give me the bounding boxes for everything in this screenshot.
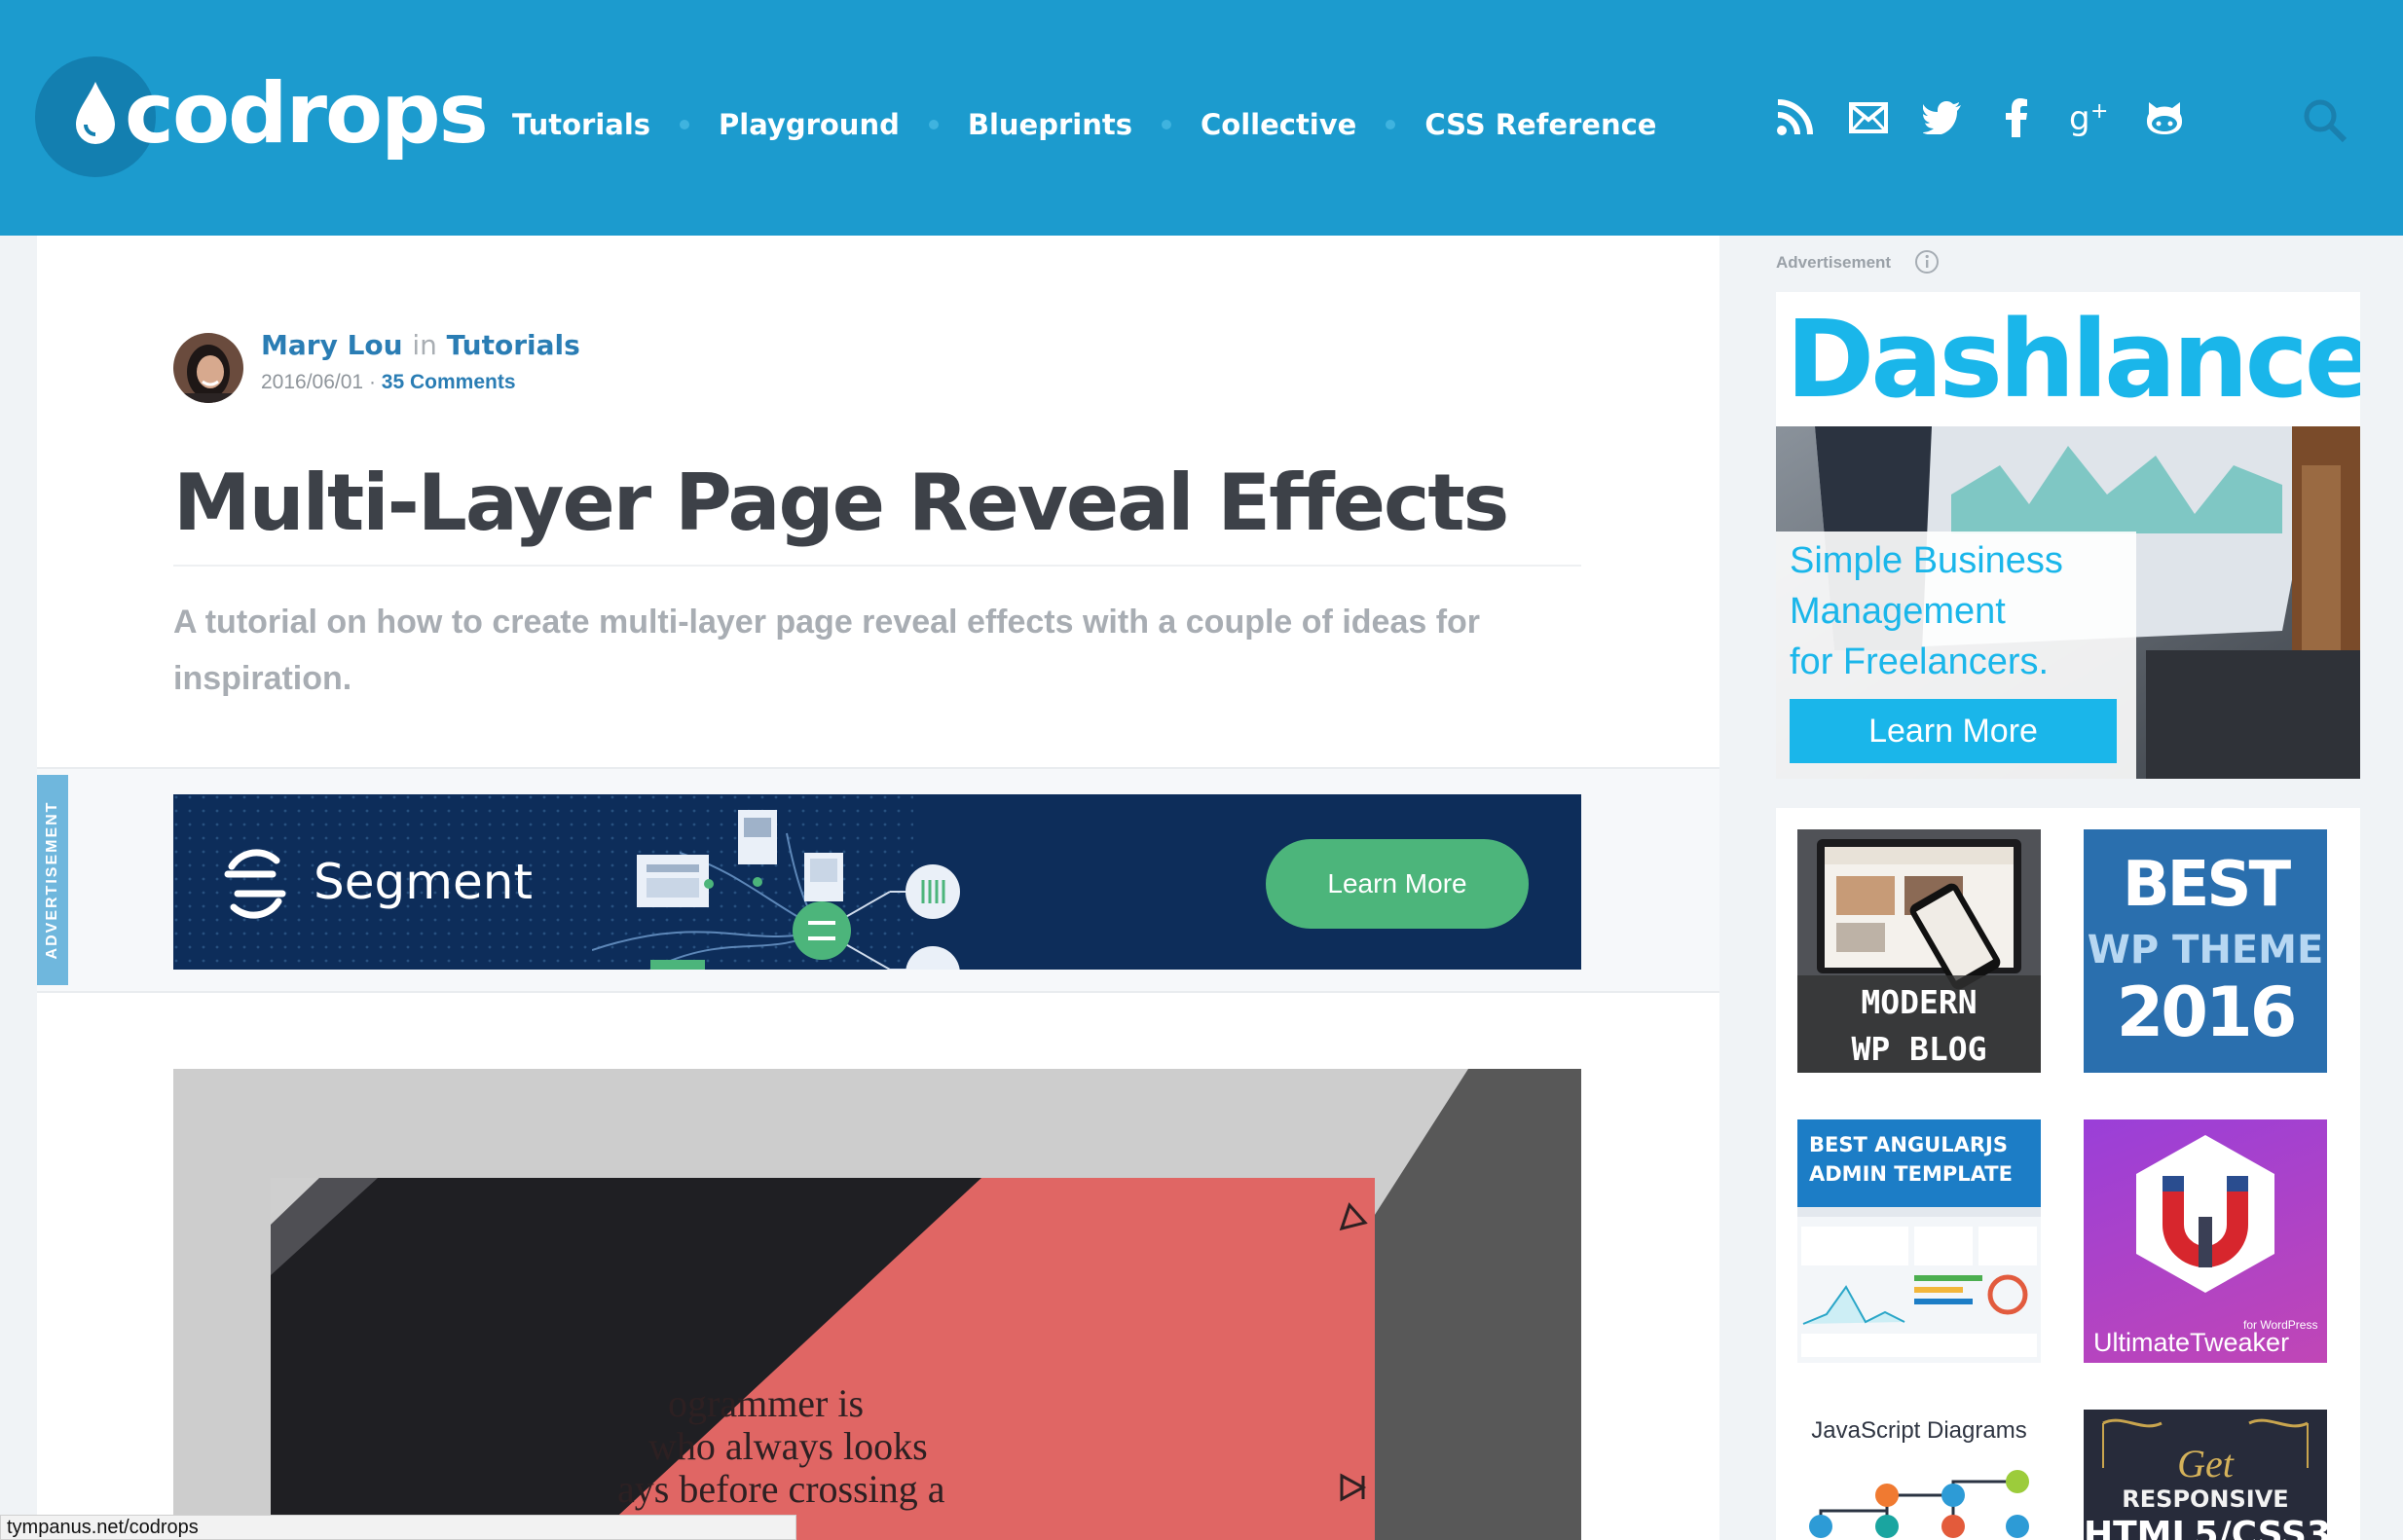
sidebar-ad-grid: MODERN WP BLOG BEST WP THEME 2016 BEST A… [1776, 808, 2360, 1540]
ad-responsive-html5[interactable]: Get RESPONSIVE HTML5/CSS3 [2084, 1410, 2327, 1540]
nav-playground[interactable]: Playground [719, 108, 900, 141]
author-avatar[interactable] [173, 333, 243, 403]
site-header: codrops Tutorials Playground Blueprints … [0, 0, 2403, 236]
caption-line: MODERN [1861, 983, 1978, 1021]
responsive-ad-get: Get [2177, 1442, 2234, 1485]
responsive-ad-line-3: HTML5/CSS3 [2084, 1515, 2327, 1540]
dashlane-copy-line: Management [1790, 591, 2006, 632]
javascript-diagrams-title: JavaScript Diagrams [1811, 1417, 2027, 1444]
drop-icon [76, 82, 115, 144]
segment-brand: Segment [314, 854, 533, 910]
ultimate-tweaker-name: UltimateTweaker [2093, 1328, 2290, 1357]
nav-separator [1386, 120, 1396, 129]
byline-meta: 2016/06/01 · 35 Comments [261, 371, 580, 394]
dashlane-brand: Dashlance [1786, 297, 2360, 422]
nav-separator [928, 120, 939, 129]
rss-icon[interactable] [1772, 95, 1817, 140]
google-plus-icon[interactable]: g + [2068, 95, 2113, 140]
social-links: g + [1772, 95, 2216, 140]
segment-learn-more-button[interactable]: Learn More [1266, 839, 1529, 929]
diagram-nodes [1809, 1470, 2029, 1538]
meta-separator: · [368, 371, 376, 393]
advertisement-label-text: ADVERTISEMENT [44, 800, 60, 960]
responsive-ad-line-2: RESPONSIVE [2122, 1485, 2289, 1513]
mail-icon[interactable] [1846, 95, 1891, 140]
ad-best-wp-theme[interactable]: BEST WP THEME 2016 [2084, 829, 2327, 1073]
article-main: Mary Lou in Tutorials 2016/06/01 · 35 Co… [37, 236, 1719, 1540]
main-nav: Tutorials Playground Blueprints Collecti… [512, 97, 1656, 152]
advertisement-label: ADVERTISEMENT [37, 775, 68, 985]
hero-quote-line: who always looks [648, 1424, 928, 1468]
dashlane-copy-line: Simple Business [1790, 540, 2063, 581]
dashlane-copy-line: for Freelancers. [1790, 642, 2050, 682]
browser-status-url: tympanus.net/codrops [0, 1515, 796, 1540]
caption-line: WP BLOG [1851, 1030, 1987, 1068]
dashlane-copy: Simple Business Management for Freelance… [1790, 535, 2140, 687]
comments-link[interactable]: 35 Comments [382, 371, 516, 393]
dashlane-learn-more-button[interactable]: Learn More [1790, 699, 2117, 763]
ad-ultimate-tweaker[interactable]: for WordPress UltimateTweaker [2084, 1119, 2327, 1363]
svg-text:+: + [2090, 99, 2108, 124]
dashlane-ad[interactable]: Dashlance Simple Business Management for… [1776, 292, 2360, 779]
nav-separator [680, 120, 690, 129]
dashlane-brand-band: Dashlance [1776, 292, 2360, 426]
site-logo[interactable]: codrops [35, 55, 489, 181]
author-link[interactable]: Mary Lou [261, 329, 403, 361]
angularjs-ad-line-1: BEST ANGULARJS [1809, 1133, 2008, 1156]
search-icon[interactable] [2302, 97, 2348, 144]
nav-tutorials[interactable]: Tutorials [512, 108, 650, 141]
byline-top: Mary Lou in Tutorials [261, 329, 580, 361]
best-wp-theme-line-2: WP THEME [2087, 928, 2324, 972]
angularjs-ad-header: BEST ANGULARJS ADMIN TEMPLATE [1797, 1119, 2041, 1207]
sidebar-ad-label: Advertisement [1776, 253, 1892, 272]
svg-text:g: g [2069, 99, 2090, 137]
article-hero-image: ogrammer is who always looks ays before … [173, 1069, 1581, 1540]
angularjs-ad-line-2: ADMIN TEMPLATE [1809, 1162, 2013, 1186]
ad-strip: ADVERTISEMENT Segment Learn More [37, 767, 1719, 993]
nav-collective[interactable]: Collective [1201, 108, 1356, 141]
segment-logo-icon [224, 849, 286, 919]
ad-angularjs-admin[interactable]: BEST ANGULARJS ADMIN TEMPLATE [1797, 1119, 2041, 1363]
segment-flow-graphic [592, 810, 960, 970]
best-wp-theme-line-3: 2016 [2116, 972, 2298, 1052]
modern-wp-blog-caption: MODERN WP BLOG [1797, 975, 2041, 1073]
logo-text: codrops [125, 65, 489, 163]
segment-ad-banner[interactable]: Segment Learn More [173, 794, 1581, 970]
facebook-icon[interactable] [1994, 95, 2039, 140]
sidebar: Advertisement Dashlance Simple Business … [1719, 236, 2403, 1540]
hero-quote-line: ogrammer is [668, 1381, 865, 1425]
page: codrops Tutorials Playground Blueprints … [0, 0, 2403, 1540]
byline-in: in [412, 329, 437, 361]
article-title: Multi-Layer Page Reveal Effects [173, 458, 1509, 548]
nav-separator [1162, 120, 1171, 129]
ad-modern-wp-blog[interactable]: MODERN WP BLOG [1797, 829, 2041, 1073]
article-excerpt: A tutorial on how to create multi-layer … [173, 604, 1481, 697]
github-icon[interactable] [2142, 95, 2187, 140]
byline: Mary Lou in Tutorials 2016/06/01 · 35 Co… [261, 329, 580, 394]
ad-javascript-diagrams[interactable]: JavaScript Diagrams [1797, 1410, 2041, 1540]
dashboard-mockup [1797, 1207, 2041, 1363]
nav-css-reference[interactable]: CSS Reference [1424, 108, 1656, 141]
magnet-hexagon-icon [2136, 1135, 2274, 1293]
category-link[interactable]: Tutorials [447, 329, 580, 361]
best-wp-theme-line-1: BEST [2122, 849, 2291, 921]
twitter-icon[interactable] [1920, 95, 1965, 140]
hero-quote-line: ays before crossing a [617, 1467, 945, 1511]
title-divider [173, 565, 1581, 567]
info-icon[interactable] [1914, 249, 1940, 275]
nav-blueprints[interactable]: Blueprints [968, 108, 1132, 141]
post-date: 2016/06/01 [261, 371, 364, 393]
